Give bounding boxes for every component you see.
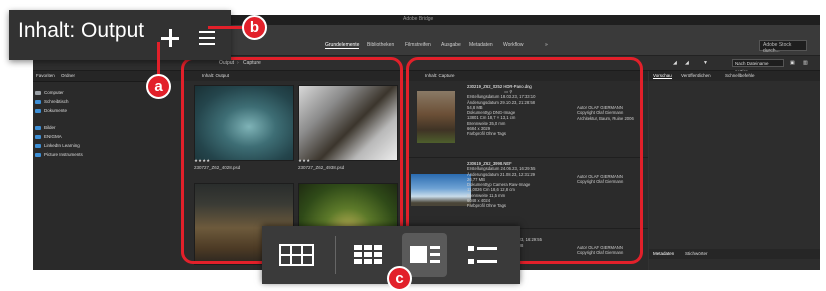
callout-badge-a: a [146,74,171,99]
filter-icon[interactable]: ▼ [703,60,708,66]
computer-icon [35,90,41,95]
workspace-tab-grundelemente[interactable]: Grundelemente [325,42,360,49]
thumbnail-view-button[interactable] [346,233,391,277]
callout-badge-c: c [387,266,412,291]
folder-icon [35,143,41,148]
grid-view-icon [279,244,314,266]
leader-line-a [157,42,160,78]
callout-tab-title: Inhalt: Output [18,19,145,42]
tab-favorites[interactable]: Favoriten [36,73,55,78]
list-view-icon [468,246,497,264]
metadata-panel-tabs: Metadaten Stichwörter [649,249,820,259]
fav-label: LinkedIn Learning [44,143,80,148]
tab-metadata[interactable]: Metadaten [653,251,674,256]
list-view-button[interactable] [460,233,505,277]
fav-item-documents[interactable]: Dokumente [35,108,67,113]
leader-line-b [208,26,243,29]
fav-item-linkedin[interactable]: LinkedIn Learning [35,143,80,148]
fav-item-picture-instruments[interactable]: Picture Instruments [35,152,83,157]
search-input[interactable]: Adobe Stock durch... [759,40,807,54]
window-title: Adobe Bridge [403,16,434,22]
fav-item-computer[interactable]: Computer [35,90,64,95]
folder-icon [35,108,41,113]
workspace-tab-workflow[interactable]: Workflow [503,42,523,48]
rating-filter-icon[interactable]: ◢ [685,60,689,66]
workspace-tab-bibliotheken[interactable]: Bibliotheken [367,42,394,48]
workspace-tab-filmstreifen[interactable]: Filmstreifen [405,42,431,48]
toolbar-divider [335,236,336,274]
fav-item-pictures[interactable]: Bilder [35,125,56,130]
add-tab-icon[interactable] [161,29,179,47]
folder-icon [35,99,41,104]
folder-icon [35,125,41,130]
grid-view-button[interactable] [274,233,319,277]
workspace-tab-metadaten[interactable]: Metadaten [469,42,493,48]
tab-keywords[interactable]: Stichwörter [685,251,708,256]
tab-preview[interactable]: Vorschau [653,73,672,79]
quality-icon[interactable]: ◢ [673,60,677,66]
fav-label: Computer [44,90,64,95]
folder-icon [35,152,41,157]
tab-folders[interactable]: Ordner [61,73,75,78]
callout-badge-b: b [242,15,267,40]
right-panel-tabs: Vorschau Veröffentlichen Schnellbefehle [649,71,820,81]
delete-icon[interactable]: ▥ [803,60,808,66]
favorites-panel: Favoriten Ordner Computer Schreibtisch D… [33,71,170,270]
fav-label: Dokumente [44,108,68,113]
panel-menu-icon[interactable] [199,30,215,45]
fav-label: Schreibtisch [44,99,69,104]
search-placeholder: Adobe Stock durch... [763,42,792,54]
fav-label: Bilder [44,125,56,130]
more-workspaces-icon[interactable]: » [545,42,548,48]
fav-label: ENIGMA [44,134,62,139]
thumbnail-view-icon [354,245,382,264]
tab-publish[interactable]: Veröffentlichen [681,73,711,78]
tab-quick-actions[interactable]: Schnellbefehle [725,73,755,78]
fav-label: Picture Instruments [44,152,83,157]
fav-item-desktop[interactable]: Schreibtisch [35,99,69,104]
new-folder-icon[interactable]: ▣ [790,60,795,66]
fav-item-enigma[interactable]: ENIGMA [35,134,62,139]
preview-panel: Vorschau Veröffentlichen Schnellbefehle … [649,71,820,270]
folder-icon [35,134,41,139]
workspace-tab-ausgabe[interactable]: Ausgabe [441,42,461,48]
sort-select[interactable]: Nach Dateiname sortier... [732,59,784,74]
tab-header-callout: Inhalt: Output [9,10,231,60]
